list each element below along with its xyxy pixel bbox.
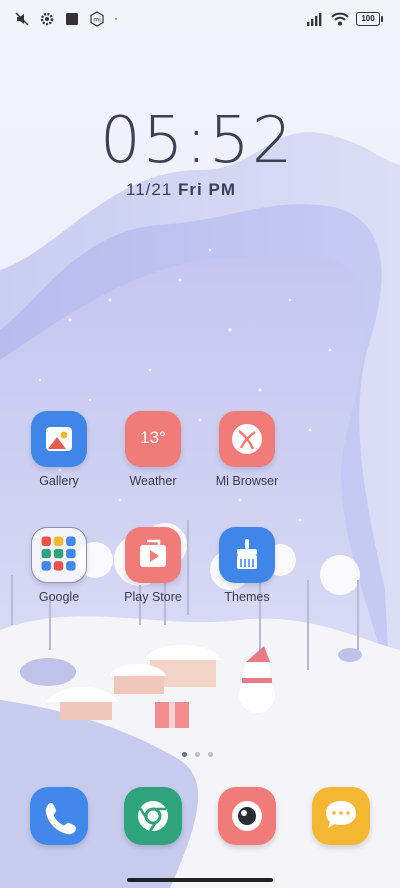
weather-temp: 13°	[140, 428, 166, 447]
status-right: 100	[306, 11, 383, 27]
mute-icon	[15, 12, 29, 26]
weather-icon: 13°	[125, 411, 181, 467]
app-themes[interactable]: Themes	[207, 527, 287, 604]
app-label: Themes	[224, 590, 270, 604]
camera-icon	[232, 801, 262, 831]
app-mi-browser[interactable]: Mi Browser	[207, 411, 287, 488]
play-store-icon	[125, 527, 181, 583]
square-icon	[66, 13, 78, 25]
app-label: Weather	[129, 474, 177, 488]
app-label: Google	[38, 590, 80, 604]
clock-date: 11/21 Fri PM	[126, 180, 236, 200]
page-indicator	[182, 752, 213, 757]
app-label: Play Store	[124, 590, 182, 604]
wifi-icon	[331, 12, 349, 26]
chrome-icon	[138, 801, 168, 832]
app-label: Mi Browser	[215, 474, 279, 488]
dock-chrome[interactable]	[124, 787, 182, 845]
battery-indicator: 100	[356, 12, 383, 26]
battery-level: 100	[361, 14, 375, 23]
page-dot	[208, 752, 213, 757]
settings-icon	[40, 12, 54, 26]
clock-time: 05:52	[100, 104, 295, 178]
svg-text:mi: mi	[93, 17, 101, 24]
ampm-text: PM	[208, 180, 236, 199]
themes-icon	[219, 527, 275, 583]
app-google-folder[interactable]: Google	[19, 527, 99, 604]
page-dot	[182, 752, 187, 757]
app-label: Gallery	[39, 474, 79, 488]
home-indicator[interactable]	[127, 878, 273, 882]
phone-icon	[45, 802, 77, 835]
signal-icon	[307, 13, 322, 26]
dock-messages[interactable]	[312, 787, 370, 845]
mi-icon: mi	[90, 11, 104, 27]
page-dot	[195, 752, 200, 757]
day-text: Fri	[178, 180, 203, 199]
app-gallery[interactable]: Gallery	[19, 411, 99, 488]
browser-icon	[219, 411, 275, 467]
folder-icon	[31, 527, 87, 583]
dot-icon	[115, 18, 117, 20]
date-text: 11/21	[126, 180, 173, 199]
status-left: mi	[14, 11, 122, 27]
message-icon	[326, 801, 356, 828]
status-bar: mi 100	[0, 0, 400, 38]
app-play-store[interactable]: Play Store	[113, 527, 193, 604]
dock-camera[interactable]	[218, 787, 276, 845]
app-weather[interactable]: 13° Weather	[113, 411, 193, 488]
gallery-icon	[31, 411, 87, 467]
dock-phone[interactable]	[30, 787, 88, 845]
